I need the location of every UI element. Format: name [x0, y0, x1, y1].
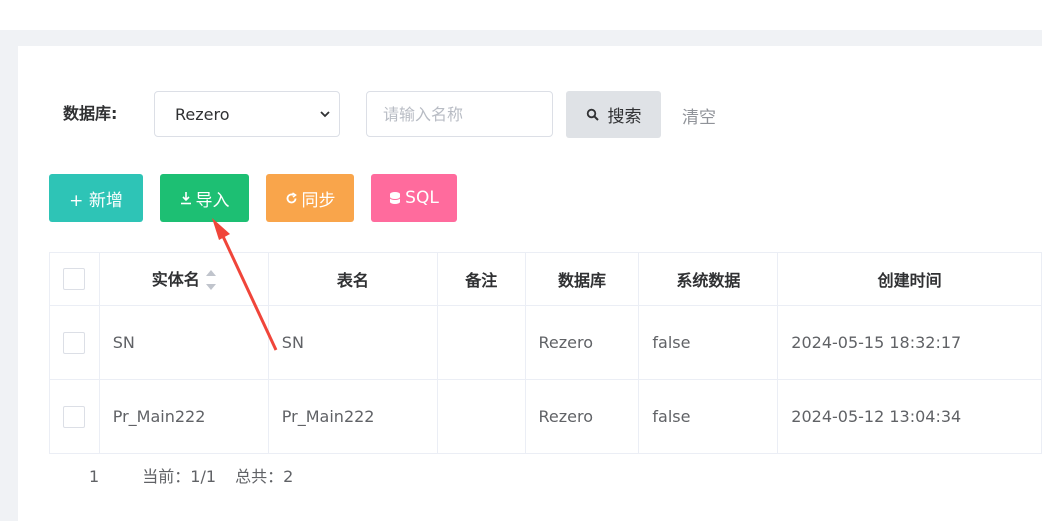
cell-database: Rezero [524, 379, 640, 454]
cell-system-data: false [638, 379, 779, 454]
header-created-time: 创建时间 [777, 252, 1042, 306]
page-total: 总共：2 [235, 467, 294, 486]
search-button[interactable]: 搜索 [566, 91, 661, 138]
page-number[interactable]: 1 [89, 467, 99, 486]
row-checkbox[interactable] [63, 331, 86, 354]
cell-remark [436, 305, 526, 380]
row-checkbox-cell [49, 379, 100, 454]
cell-entity-name: SN [98, 305, 269, 380]
database-select[interactable]: Rezero [154, 91, 340, 137]
header-table-name: 表名 [267, 252, 438, 306]
add-button[interactable]: + 新增 [49, 174, 143, 222]
sql-button-label: SQL [405, 188, 439, 208]
add-button-label: + 新增 [69, 190, 123, 211]
download-icon [180, 192, 191, 205]
refresh-icon [286, 191, 297, 203]
cell-entity-name: Pr_Main222 [98, 379, 269, 454]
search-button-label: 搜索 [607, 107, 642, 127]
sql-button[interactable]: SQL [371, 174, 457, 222]
import-button[interactable]: 导入 [160, 174, 249, 222]
entity-table: 实体名 表名 备注 数据库 系统数据 创建时间 SN SN Rezero fal… [49, 252, 1042, 454]
sync-button-label: 同步 [301, 190, 336, 211]
select-all-checkbox[interactable] [63, 268, 86, 290]
database-icon [389, 192, 401, 204]
sort-icon[interactable] [205, 268, 216, 292]
cell-table-name: SN [267, 305, 438, 380]
name-search-input[interactable] [366, 91, 553, 137]
pagination: 1 当前：1/1 总共：2 [89, 463, 293, 487]
table-row[interactable]: SN SN Rezero false 2024-05-15 18:32:17 [49, 305, 1042, 380]
sync-button[interactable]: 同步 [266, 174, 354, 222]
header-remark: 备注 [436, 252, 526, 306]
page-current: 当前：1/1 [142, 467, 217, 486]
clear-button[interactable]: 清空 [682, 103, 716, 128]
search-icon [586, 108, 599, 121]
table-header-row: 实体名 表名 备注 数据库 系统数据 创建时间 [49, 252, 1042, 306]
top-bar [0, 0, 1042, 30]
cell-system-data: false [638, 305, 779, 380]
row-checkbox-cell [49, 305, 100, 380]
header-entity-name[interactable]: 实体名 [98, 252, 269, 306]
cell-remark [436, 379, 526, 454]
database-select-value: Rezero [175, 105, 230, 124]
import-button-label: 导入 [195, 190, 230, 211]
database-filter-label: 数据库: [63, 104, 118, 123]
header-system-data: 系统数据 [638, 252, 779, 306]
table-row[interactable]: Pr_Main222 Pr_Main222 Rezero false 2024-… [49, 379, 1042, 454]
chevron-down-icon [320, 111, 330, 118]
cell-table-name: Pr_Main222 [267, 379, 438, 454]
cell-created-time: 2024-05-15 18:32:17 [777, 305, 1042, 380]
select-all-cell [49, 252, 100, 306]
cell-created-time: 2024-05-12 13:04:34 [777, 379, 1042, 454]
header-database: 数据库 [524, 252, 640, 306]
cell-database: Rezero [524, 305, 640, 380]
row-checkbox[interactable] [63, 405, 86, 428]
